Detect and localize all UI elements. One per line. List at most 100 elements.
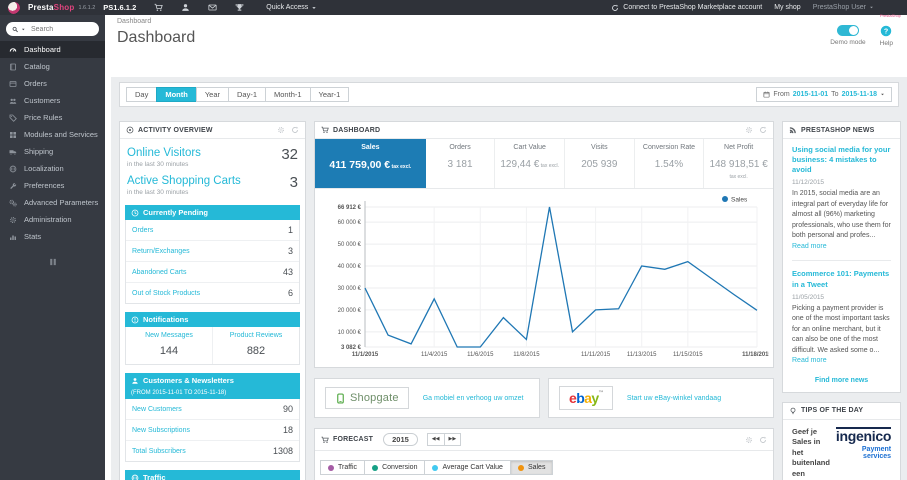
fast-backward-icon[interactable]: ◀◀ (426, 433, 445, 446)
refresh-icon[interactable] (291, 126, 299, 134)
sidebar-item-price-rules[interactable]: Price Rules (0, 109, 105, 126)
kpi-tile-conversion-rate[interactable]: Conversion Rate 1.54% (635, 139, 705, 188)
forecast-toggle-label: Sales (527, 464, 546, 471)
sidebar-search[interactable] (6, 22, 99, 36)
list-item-new-subscriptions[interactable]: New Subscriptions 18 (126, 420, 299, 441)
activity-metric-active-shopping-carts: Active Shopping Carts in the last 30 minu… (125, 169, 300, 197)
messages-icon[interactable] (208, 3, 217, 12)
sidebar-item-modules-and-services[interactable]: Modules and Services (0, 126, 105, 143)
sidebar-item-customers[interactable]: Customers (0, 92, 105, 109)
collapse-menu-icon[interactable] (48, 257, 58, 267)
shopgate-banner[interactable]: Shopgate Ga mobiel en verhoog uw omzet (314, 378, 540, 418)
avatar[interactable]: PrestaShop (880, 1, 901, 18)
sidebar-item-stats[interactable]: Stats (0, 228, 105, 245)
read-more-link[interactable]: Read more (792, 243, 827, 250)
user-menu[interactable]: PrestaShop User (813, 4, 874, 11)
metric-label[interactable]: Active Shopping Carts (127, 175, 298, 187)
kpi-tile-visits[interactable]: Visits 205 939 (565, 139, 635, 188)
range-button-year[interactable]: Year (195, 86, 229, 103)
ebay-banner[interactable]: ebay™ Start uw eBay-winkel vandaag (548, 378, 774, 418)
sidebar-item-localization[interactable]: Localization (0, 160, 105, 177)
find-more-news-link[interactable]: Find more news (792, 377, 891, 384)
metric-label[interactable]: Online Visitors (127, 147, 298, 159)
range-button-day[interactable]: Day (126, 86, 158, 103)
kpi-tile-orders[interactable]: Orders 3 181 (426, 139, 496, 188)
brand-name: PrestaShop (28, 3, 74, 12)
customers-quick-icon[interactable] (181, 3, 190, 12)
search-scope-caret-icon[interactable] (21, 27, 26, 32)
range-button-month[interactable]: Month (156, 86, 197, 103)
marketplace-link[interactable]: Connect to PrestaShop Marketplace accoun… (611, 4, 762, 12)
sidebar-item-orders[interactable]: Orders (0, 75, 105, 92)
help-icon[interactable]: ? (880, 25, 892, 37)
forecast-toggle-traffic[interactable]: Traffic (320, 460, 366, 475)
notification-cell-product-reviews[interactable]: Product Reviews 882 (212, 327, 299, 364)
sidebar-item-dashboard[interactable]: Dashboard (0, 41, 105, 58)
sidebar-item-advanced-parameters[interactable]: Advanced Parameters (0, 194, 105, 211)
list-item-return-exchanges[interactable]: Return/Exchanges 3 (126, 241, 299, 262)
search-input[interactable] (29, 24, 93, 34)
sidebar-item-shipping[interactable]: Shipping (0, 143, 105, 160)
svg-text:11/1/2015: 11/1/2015 (352, 352, 379, 358)
gear-icon[interactable] (277, 126, 285, 134)
legend-dot[interactable] (722, 196, 728, 202)
grid-icon (9, 131, 17, 139)
chevron-down-icon (311, 5, 317, 11)
range-button-month-1[interactable]: Month-1 (265, 86, 311, 103)
date-range-picker[interactable]: From 2015-11-01 To 2015-11-18 (756, 87, 892, 102)
brand-shop: Shop (53, 3, 75, 12)
range-button-year-1[interactable]: Year-1 (309, 86, 350, 103)
kpi-row: Sales 411 759,00 € tax excl. Orders 3 181 Ca… (315, 139, 773, 189)
kpi-tile-sales[interactable]: Sales 411 759,00 € tax excl. (315, 139, 426, 188)
list-item-abandoned-carts[interactable]: Abandoned Carts 43 (126, 262, 299, 283)
forecast-panel-title: FORECAST (333, 436, 374, 443)
svg-text:11/11/2015: 11/11/2015 (581, 352, 611, 358)
fast-forward-icon[interactable]: ▶▶ (443, 433, 462, 446)
section-header-notifications: Notifications (125, 312, 300, 327)
svg-text:11/13/2015: 11/13/2015 (627, 352, 657, 358)
forecast-toggle-conversion[interactable]: Conversion (364, 460, 426, 475)
forecast-toggle-label: Conversion (382, 464, 418, 471)
article-title[interactable]: Ecommerce 101: Payments in a Tweet (792, 269, 891, 289)
my-shop-link[interactable]: My shop (774, 4, 800, 11)
list-item-orders[interactable]: Orders 1 (126, 220, 299, 241)
shopgate-link[interactable]: Ga mobiel en verhoog uw omzet (423, 395, 524, 402)
row-label: Total Subscribers (132, 447, 186, 455)
cart-icon[interactable] (154, 3, 163, 12)
ebay-logo: ebay™ (559, 386, 613, 410)
dashboard-panel-header: DASHBOARD (315, 122, 773, 139)
cart-icon (321, 436, 329, 444)
kpi-tile-cart-value[interactable]: Cart Value 129,44 € tax excl. (495, 139, 565, 188)
forecast-year-pill[interactable]: 2015 (383, 433, 418, 446)
read-more-link[interactable]: Read more (792, 357, 827, 364)
demo-mode-toggle[interactable] (836, 25, 859, 36)
range-button-day-1[interactable]: Day-1 (228, 86, 267, 103)
cell-value: 144 (159, 345, 179, 357)
row-label: New Customers (132, 405, 182, 413)
article-title[interactable]: Using social media for your business: 4 … (792, 145, 891, 175)
quick-access-menu[interactable]: Quick Access (266, 4, 317, 11)
ebay-link[interactable]: Start uw eBay-winkel vandaag (627, 395, 721, 402)
gear-icon[interactable] (745, 436, 753, 444)
forecast-toggle-average-cart-value[interactable]: Average Cart Value (424, 460, 511, 475)
tips-panel-title: TIPS OF THE DAY (801, 407, 864, 415)
refresh-icon[interactable] (759, 126, 767, 134)
list-item-out-of-stock-products[interactable]: Out of Stock Products 6 (126, 283, 299, 303)
sidebar-item-catalog[interactable]: Catalog (0, 58, 105, 75)
article-divider (792, 260, 892, 262)
forecast-toggle-label: Traffic (338, 464, 358, 471)
breadcrumb[interactable]: Dashboard (117, 18, 895, 25)
notification-cell-new-messages[interactable]: New Messages 144 (126, 327, 212, 364)
kpi-value: 129,44 € tax excl. (500, 159, 559, 170)
row-value: 3 (287, 246, 293, 256)
list-item-new-customers[interactable]: New Customers 90 (126, 399, 299, 420)
forecast-toggle-sales[interactable]: Sales (509, 460, 554, 475)
kpi-tile-net-profit[interactable]: Net Profit 148 918,51 € tax excl. (704, 139, 773, 188)
list-item-total-subscribers[interactable]: Total Subscribers 1308 (126, 441, 299, 461)
gear-icon[interactable] (745, 126, 753, 134)
refresh-icon[interactable] (759, 436, 767, 444)
trophy-icon[interactable] (235, 3, 244, 12)
sidebar-item-preferences[interactable]: Preferences (0, 177, 105, 194)
sidebar-item-administration[interactable]: Administration (0, 211, 105, 228)
article-body: Picking a payment provider is one of the… (792, 304, 890, 365)
